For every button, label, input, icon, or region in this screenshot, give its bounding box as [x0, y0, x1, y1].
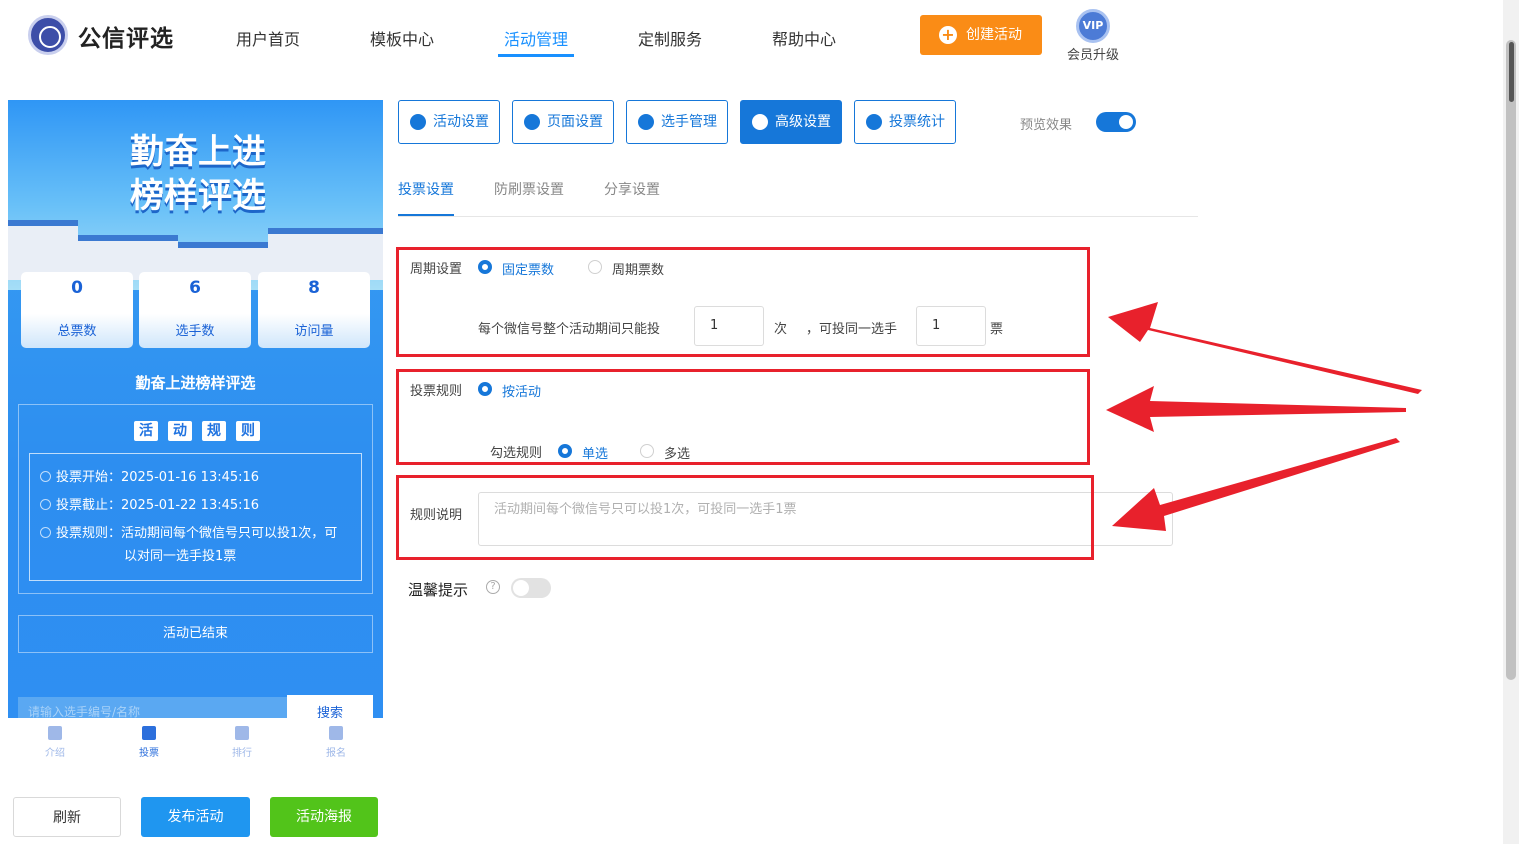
tab-label: 高级设置: [775, 114, 831, 130]
subtab-anti-fraud[interactable]: 防刷票设置: [494, 179, 564, 199]
flag-icon: [142, 726, 156, 740]
brand-name: 公信评选: [78, 26, 174, 52]
rule-vote-text: 投票规则：活动期间每个微信号只可以投1次，可: [56, 526, 338, 541]
subtab-divider: [398, 216, 1198, 217]
scrollbar-thumb[interactable]: [1506, 40, 1516, 680]
tab-activity-settings[interactable]: 活动设置: [398, 100, 500, 144]
annotation-box-vote-rule: [396, 369, 1090, 465]
logo-icon: [28, 15, 68, 55]
annotation-arrows: [1106, 302, 1422, 531]
activity-poster-button[interactable]: 活动海报: [270, 797, 378, 837]
subtab-active-indicator: [398, 214, 454, 216]
preview-effect-label: 预览效果: [1020, 118, 1073, 133]
stat-value: 0: [71, 278, 83, 298]
tip-label: 温馨提示: [408, 581, 469, 599]
tab-label: 活动设置: [433, 114, 489, 130]
tab-contestant-management[interactable]: 选手管理: [626, 100, 728, 144]
publish-activity-button[interactable]: 发布活动: [141, 797, 250, 837]
tab-label: 投票统计: [889, 114, 945, 130]
star-icon: [410, 114, 426, 130]
preview-effect-toggle[interactable]: [1096, 112, 1136, 132]
annotation-box-rule-desc: [396, 475, 1094, 560]
hand-pointer-icon: [329, 726, 343, 740]
document-icon: [48, 726, 62, 740]
rule-start-text: 投票开始：2025-01-16 13:45:16: [56, 470, 260, 485]
users-icon: [638, 114, 654, 130]
subtab-share-settings[interactable]: 分享设置: [604, 179, 660, 199]
rules-heading-char: 则: [236, 421, 260, 441]
tab-vote[interactable]: 投票: [119, 718, 179, 759]
question-icon[interactable]: ?: [486, 580, 500, 594]
rule-end: 投票截止：2025-01-22 13:45:16: [40, 494, 259, 517]
tab-label: 投票: [139, 748, 159, 759]
nav-home[interactable]: 用户首页: [236, 26, 300, 50]
preview-tabbar: 介绍 投票 排行 报名: [8, 718, 383, 770]
bar-chart-icon: [235, 726, 249, 740]
activity-title: 勤奋上进榜样评选: [135, 374, 256, 392]
preview-banner: 勤奋上进 榜样评选: [8, 100, 383, 290]
contestant-search-input[interactable]: 请输入选手编号/名称: [18, 697, 288, 718]
stat-label: 访问量: [294, 324, 334, 339]
vip-badge-icon[interactable]: VIP: [1076, 9, 1110, 43]
tab-label: 页面设置: [547, 114, 603, 130]
info-icon: [40, 527, 51, 538]
activity-ended-banner: 活动已结束: [18, 615, 373, 653]
banner-building-left: [8, 220, 78, 280]
nav-templates[interactable]: 模板中心: [370, 26, 434, 50]
tab-label: 介绍: [45, 748, 65, 759]
nav-custom-service[interactable]: 定制服务: [638, 26, 702, 50]
tab-advanced-settings[interactable]: 高级设置: [740, 100, 842, 144]
rule-vote-cont: 以对同一选手投1票: [124, 549, 237, 564]
clock-icon: [40, 471, 51, 482]
stat-value: 8: [308, 278, 320, 298]
rules-heading-char: 活: [134, 421, 158, 441]
nav-active-indicator: [498, 54, 574, 57]
banner-title-line2: 榜样评选: [130, 176, 266, 216]
tab-signup[interactable]: 报名: [306, 718, 366, 759]
stat-visits: 8 访问量: [258, 272, 370, 348]
tab-label: 报名: [326, 748, 346, 759]
banner-title: 勤奋上进 榜样评选: [88, 130, 308, 218]
rule-start: 投票开始：2025-01-16 13:45:16: [40, 466, 259, 489]
tab-vote-statistics[interactable]: 投票统计: [854, 100, 956, 144]
nav-activity-management[interactable]: 活动管理: [504, 26, 568, 50]
annotation-arrow-cycle: [1108, 302, 1422, 394]
tab-intro[interactable]: 介绍: [25, 718, 85, 759]
gear-icon: [524, 114, 540, 130]
sliders-icon: [752, 114, 768, 130]
stat-value: 6: [189, 278, 201, 298]
rules-content: 投票开始：2025-01-16 13:45:16 投票截止：2025-01-22…: [29, 453, 362, 581]
tip-toggle[interactable]: [511, 578, 551, 598]
rules-heading-char: 动: [168, 421, 192, 441]
mobile-preview: 勤奋上进 榜样评选 0 总票数 6 选手数 8 访问量 勤奋上进榜样评选 活 动…: [8, 100, 383, 718]
tab-label: 选手管理: [661, 114, 717, 130]
nav-help-center[interactable]: 帮助中心: [772, 26, 836, 50]
plus-circle-icon: +: [939, 26, 957, 44]
top-header: 公信评选 用户首页 模板中心 活动管理 定制服务 帮助中心 + 创建活动 VIP…: [0, 0, 1503, 72]
annotation-box-cycle: [396, 247, 1090, 357]
stat-total-votes: 0 总票数: [21, 272, 133, 348]
stat-contestants: 6 选手数: [139, 272, 251, 348]
scrollbar-grip: [1509, 42, 1514, 102]
rules-heading-char: 规: [202, 421, 226, 441]
stat-label: 选手数: [175, 324, 215, 339]
banner-title-line1: 勤奋上进: [130, 132, 266, 172]
annotation-arrow-rule-desc: [1112, 438, 1400, 531]
vip-upgrade-link[interactable]: 会员升级: [1067, 44, 1119, 63]
subtab-vote-settings[interactable]: 投票设置: [398, 179, 454, 199]
tab-label: 排行: [232, 748, 252, 759]
bar-chart-icon: [866, 114, 882, 130]
create-activity-label: 创建活动: [966, 27, 1022, 43]
search-button[interactable]: 搜索: [287, 695, 373, 718]
create-activity-button[interactable]: + 创建活动: [920, 15, 1042, 55]
rules-box: 活 动 规 则 投票开始：2025-01-16 13:45:16 投票截止：20…: [18, 404, 373, 594]
clock-icon: [40, 499, 51, 510]
refresh-button[interactable]: 刷新: [13, 797, 121, 837]
tab-page-settings[interactable]: 页面设置: [512, 100, 614, 144]
rule-end-text: 投票截止：2025-01-22 13:45:16: [56, 498, 260, 513]
annotation-arrow-vote-rule: [1106, 386, 1406, 432]
stat-label: 总票数: [57, 324, 97, 339]
tab-ranking[interactable]: 排行: [212, 718, 272, 759]
rule-vote: 投票规则：活动期间每个微信号只可以投1次，可: [40, 522, 337, 545]
